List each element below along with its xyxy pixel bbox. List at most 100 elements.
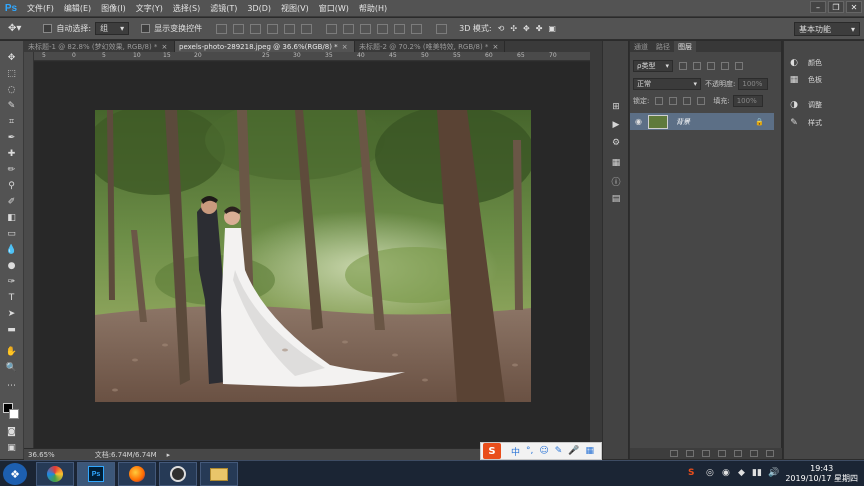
show-transform-checkbox[interactable] [141, 24, 151, 33]
align-hcenter-icon[interactable] [284, 23, 296, 34]
hand-tool-icon[interactable]: ✋ [4, 345, 19, 358]
wedding-photo[interactable] [95, 110, 531, 402]
close-button[interactable]: ✕ [846, 1, 862, 13]
lock-position-icon[interactable] [683, 97, 692, 105]
menu-3d[interactable]: 3D(D) [242, 4, 276, 13]
network-icon[interactable]: ▮▮ [752, 468, 762, 478]
info-icon[interactable]: ⓘ [610, 175, 622, 188]
trash-icon[interactable] [766, 450, 774, 457]
tab-paths[interactable]: 路径 [652, 41, 674, 52]
marquee-tool-icon[interactable]: ⬚ [4, 67, 19, 80]
system-clock[interactable]: 19:43 2019/10/17 星期四 [785, 464, 858, 484]
properties-icon[interactable]: ▦ [610, 157, 622, 169]
auto-align-icon[interactable] [436, 23, 448, 34]
menu-filter[interactable]: 滤镜(T) [205, 3, 242, 14]
move-tool-icon[interactable]: ✥ [4, 51, 19, 64]
sogou-logo-icon[interactable]: S [483, 443, 501, 459]
more-tools-icon[interactable]: ⋯ [4, 379, 19, 392]
layer-row-background[interactable]: ◉ 背景 🔒 [630, 113, 774, 130]
lock-all-icon[interactable] [697, 97, 706, 105]
sogou-tray-icon[interactable]: S [688, 468, 694, 478]
distribute-right-icon[interactable] [411, 23, 423, 34]
shape-tool-icon[interactable]: ▬ [4, 323, 19, 336]
canvas-area[interactable] [34, 62, 590, 448]
doc-tab[interactable]: 未标题-1 @ 82.8% (梦幻效果, RGB/8) * × [24, 41, 175, 52]
adjustments-panel-item[interactable]: ◑ 调整 [788, 98, 822, 112]
punctuation-icon[interactable]: °, [526, 446, 533, 456]
doc-tab[interactable]: 未标题-2 @ 70.2% (唯美特效, RGB/8) * × [355, 41, 505, 52]
eyedropper-tool-icon[interactable]: ✒ [4, 131, 19, 144]
menu-image[interactable]: 图像(I) [96, 3, 131, 14]
workspace-dropdown[interactable]: 基本功能 ▾ [794, 22, 860, 36]
layer-name[interactable]: 背景 [676, 117, 690, 127]
menu-select[interactable]: 选择(S) [168, 3, 205, 14]
actions-icon[interactable]: ▶ [610, 119, 622, 131]
mic-icon[interactable]: 🎤 [568, 446, 579, 456]
quick-mask-icon[interactable]: ◙ [4, 425, 19, 438]
taskbar-photoshop[interactable]: Ps [77, 462, 115, 486]
ime-lang[interactable]: 中 [511, 445, 520, 458]
filter-smart-icon[interactable] [735, 62, 743, 70]
taskbar-browser[interactable] [36, 462, 74, 486]
background-color-swatch[interactable] [9, 409, 19, 419]
link-layers-icon[interactable] [670, 450, 678, 457]
tray-app3-icon[interactable]: ◆ [738, 468, 745, 478]
auto-select-checkbox[interactable] [43, 24, 53, 33]
distribute-hcenter-icon[interactable] [394, 23, 406, 34]
taskbar-explorer[interactable] [200, 462, 238, 486]
notes-icon[interactable]: ▤ [610, 193, 622, 205]
align-right-icon[interactable] [301, 23, 313, 34]
lock-pixels-icon[interactable] [669, 97, 678, 105]
adjustment-layer-icon[interactable] [718, 450, 726, 457]
brush-tool-icon[interactable]: ✏ [4, 163, 19, 176]
fill-input[interactable]: 100% [732, 95, 763, 107]
doc-tab-active[interactable]: pexels-photo-289218.jpeg @ 36.6%(RGB/8) … [175, 41, 355, 52]
tool-presets-icon[interactable]: ⚙ [610, 137, 622, 149]
tab-channels[interactable]: 通道 [630, 41, 652, 52]
taskbar-firefox[interactable] [118, 462, 156, 486]
blur-tool-icon[interactable]: 💧 [4, 243, 19, 256]
menu-window[interactable]: 窗口(W) [314, 3, 354, 14]
stamp-tool-icon[interactable]: ⚲ [4, 179, 19, 192]
path-select-tool-icon[interactable]: ➤ [4, 307, 19, 320]
close-icon[interactable]: × [342, 43, 348, 51]
distribute-top-icon[interactable] [326, 23, 338, 34]
dodge-tool-icon[interactable]: ● [4, 259, 19, 272]
type-tool-icon[interactable]: T [4, 291, 19, 304]
tray-app-icon[interactable]: ◎ [706, 468, 714, 478]
eraser-tool-icon[interactable]: ◧ [4, 211, 19, 224]
align-vcenter-icon[interactable] [233, 23, 245, 34]
close-icon[interactable]: × [492, 43, 498, 51]
filter-adjust-icon[interactable] [693, 62, 701, 70]
lasso-tool-icon[interactable]: ◌ [4, 83, 19, 96]
group-icon[interactable] [734, 450, 742, 457]
align-left-icon[interactable] [267, 23, 279, 34]
distribute-bottom-icon[interactable] [360, 23, 372, 34]
restore-button[interactable]: ❐ [828, 1, 844, 13]
menu-view[interactable]: 视图(V) [276, 3, 314, 14]
color-panel-item[interactable]: ◐ 颜色 [788, 56, 822, 70]
menu-edit[interactable]: 编辑(E) [59, 3, 96, 14]
menu-file[interactable]: 文件(F) [22, 3, 59, 14]
tray-app2-icon[interactable]: ◉ [722, 468, 730, 478]
align-top-icon[interactable] [216, 23, 228, 34]
distribute-vcenter-icon[interactable] [343, 23, 355, 34]
menu-help[interactable]: 帮助(H) [354, 3, 392, 14]
distribute-left-icon[interactable] [377, 23, 389, 34]
chevron-right-icon[interactable]: ▸ [167, 451, 171, 459]
zoom-tool-icon[interactable]: 🔍 [4, 361, 19, 374]
layer-kind-dropdown[interactable]: ρ类型 ▾ [633, 60, 673, 72]
opacity-input[interactable]: 100% [738, 78, 769, 90]
quick-select-tool-icon[interactable]: ✎ [4, 99, 19, 112]
filter-shape-icon[interactable] [721, 62, 729, 70]
styles-panel-item[interactable]: ✎ 样式 [788, 116, 822, 130]
screen-mode-icon[interactable]: ▣ [4, 441, 19, 454]
new-layer-icon[interactable] [750, 450, 758, 457]
align-bottom-icon[interactable] [250, 23, 262, 34]
blend-mode-dropdown[interactable]: 正常 ▾ [633, 78, 701, 90]
gradient-tool-icon[interactable]: ▭ [4, 227, 19, 240]
close-icon[interactable]: × [161, 43, 167, 51]
crop-tool-icon[interactable]: ⌗ [4, 115, 19, 128]
minimize-button[interactable]: – [810, 1, 826, 13]
pen-icon[interactable]: ✎ [555, 446, 563, 456]
